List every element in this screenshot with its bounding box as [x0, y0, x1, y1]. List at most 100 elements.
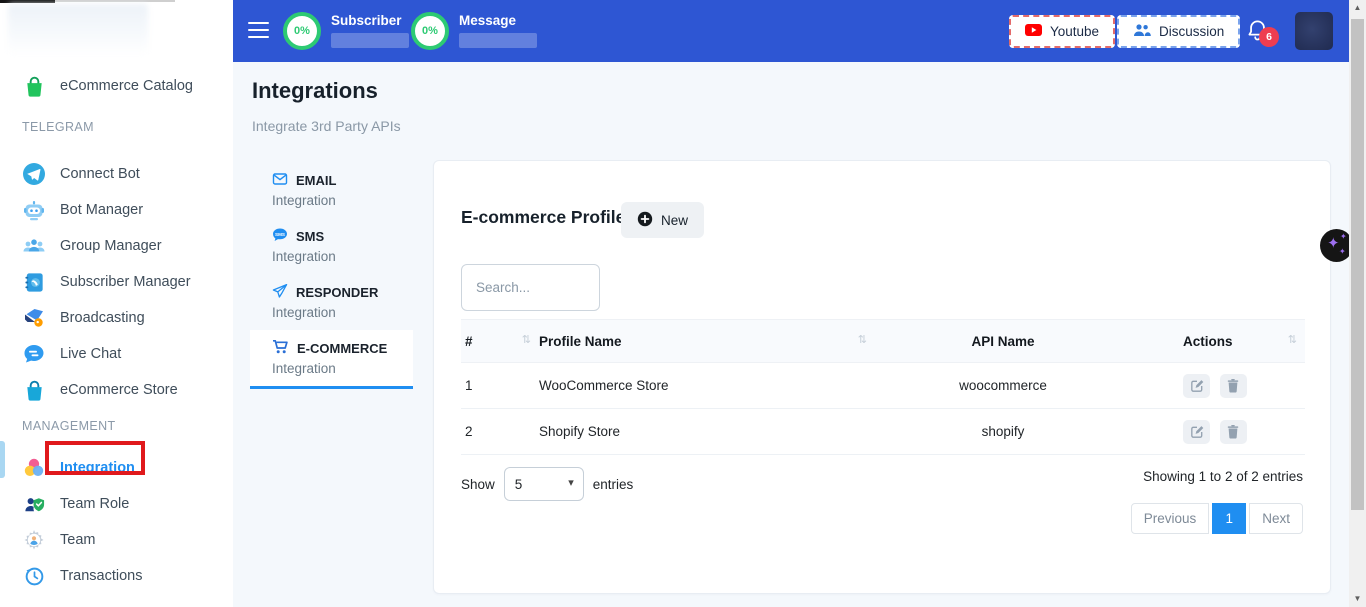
- column-header-num[interactable]: # ⇅: [461, 320, 539, 363]
- megaphone-icon: [21, 306, 47, 330]
- subnav-item-subtitle: Integration: [272, 305, 413, 320]
- sidebar-item-label: eCommerce Catalog: [60, 78, 193, 94]
- subnav-item-ecommerce[interactable]: E-COMMERCE Integration: [250, 330, 413, 389]
- card-title: E-commerce Profile: [461, 207, 625, 228]
- row-profile-name: WooCommerce Store: [539, 363, 875, 409]
- message-stat: Message: [459, 13, 537, 48]
- robot-icon: [21, 198, 47, 222]
- scrollbar-down-arrow[interactable]: ▼: [1349, 591, 1366, 607]
- sidebar-item-label: Team: [60, 532, 95, 548]
- sidebar-item-subscriber-manager[interactable]: Subscriber Manager: [0, 264, 233, 300]
- subnav-item-subtitle: Integration: [272, 249, 413, 264]
- shopping-bag-cyan-icon: [21, 378, 47, 402]
- page-size-control: Show 5 ▾ entries: [461, 467, 633, 501]
- sidebar-item-transactions[interactable]: Transactions: [0, 558, 233, 594]
- subnav-item-title: E-COMMERCE: [297, 341, 387, 356]
- team-gear-icon: [21, 528, 47, 552]
- subscriber-label: Subscriber: [331, 13, 409, 28]
- scrollbar-up-arrow[interactable]: ▲: [1349, 0, 1366, 16]
- subscriber-progress-circle: 0%: [283, 12, 321, 50]
- delete-button[interactable]: [1220, 374, 1247, 398]
- subscriber-percent: 0%: [294, 25, 310, 37]
- message-label: Message: [459, 13, 537, 28]
- active-item-indicator: [0, 441, 5, 478]
- subnav-item-sms[interactable]: SMS SMS Integration: [250, 218, 413, 274]
- contact-book-icon: [21, 270, 47, 294]
- sidebar-item-live-chat[interactable]: Live Chat: [0, 336, 233, 372]
- logo-top-strip-light: [55, 0, 175, 2]
- message-progress-circle: 0%: [411, 12, 449, 50]
- sidebar-item-bot-manager[interactable]: Bot Manager: [0, 192, 233, 228]
- subnav-item-responder[interactable]: RESPONDER Integration: [250, 274, 413, 330]
- discussion-button-label: Discussion: [1159, 24, 1224, 39]
- scrollbar-thumb[interactable]: [1351, 19, 1364, 510]
- delete-button[interactable]: [1220, 420, 1247, 444]
- row-num: 2: [461, 409, 539, 455]
- sort-icon: ⇅: [1288, 333, 1297, 346]
- row-num: 1: [461, 363, 539, 409]
- shopping-cart-icon: [272, 339, 289, 358]
- sort-icon: ⇅: [858, 333, 867, 346]
- column-header-api-name[interactable]: API Name: [875, 320, 1131, 363]
- shopping-bag-green-icon: [21, 74, 47, 98]
- sort-icon: ⇅: [522, 333, 531, 346]
- plus-circle-icon: [637, 211, 653, 230]
- youtube-button[interactable]: Youtube: [1009, 15, 1115, 48]
- sidebar-item-group-manager[interactable]: Group Manager: [0, 228, 233, 264]
- new-button[interactable]: New: [621, 202, 704, 238]
- table-header-row: # ⇅ Profile Name ⇅ API Name Actions ⇅: [461, 320, 1305, 363]
- sms-bubble-icon: SMS: [272, 227, 288, 246]
- app-window: eCommerce Catalog TELEGRAM Connect Bot B…: [0, 0, 1366, 607]
- sidebar-item-label: Team Role: [60, 496, 129, 512]
- telegram-plane-icon: [21, 162, 47, 186]
- hamburger-menu-icon[interactable]: [248, 22, 269, 42]
- next-page-button[interactable]: Next: [1249, 503, 1303, 534]
- subscriber-redacted-value: [331, 33, 409, 48]
- history-clock-icon: [21, 564, 47, 588]
- sidebar-item-team-role[interactable]: Team Role: [0, 486, 233, 522]
- logo-top-strip: [0, 0, 55, 3]
- row-api-name: woocommerce: [875, 363, 1131, 409]
- row-actions: [1131, 409, 1305, 455]
- main-content: Integrations Integrate 3rd Party APIs EM…: [233, 62, 1349, 607]
- pagination: Previous 1 Next: [1131, 503, 1303, 534]
- message-percent: 0%: [422, 25, 438, 37]
- row-profile-name: Shopify Store: [539, 409, 875, 455]
- column-header-profile-name[interactable]: Profile Name ⇅: [539, 320, 875, 363]
- role-shield-icon: [21, 492, 47, 516]
- notification-badge[interactable]: 6: [1259, 27, 1279, 47]
- sidebar-section-management: MANAGEMENT: [0, 414, 233, 438]
- edit-button[interactable]: [1183, 374, 1210, 398]
- page-size-select[interactable]: 5: [504, 467, 584, 501]
- page-title: Integrations: [252, 78, 378, 104]
- profiles-table: # ⇅ Profile Name ⇅ API Name Actions ⇅: [461, 319, 1305, 455]
- sidebar-item-label: Integration: [60, 460, 135, 476]
- ecommerce-profile-card: E-commerce Profile New # ⇅ Profil: [433, 160, 1331, 594]
- show-label: Show: [461, 477, 495, 492]
- sidebar-item-connect-bot[interactable]: Connect Bot: [0, 156, 233, 192]
- sidebar-item-ecommerce-catalog[interactable]: eCommerce Catalog: [0, 66, 233, 106]
- previous-page-button[interactable]: Previous: [1131, 503, 1210, 534]
- edit-button[interactable]: [1183, 420, 1210, 444]
- chat-bubble-icon: [21, 342, 47, 366]
- discussion-button[interactable]: Discussion: [1117, 15, 1240, 48]
- sidebar-item-ecommerce-store[interactable]: eCommerce Store: [0, 372, 233, 408]
- avatar[interactable]: [1295, 12, 1333, 50]
- sidebar-item-label: Live Chat: [60, 346, 121, 362]
- color-circles-icon: [21, 456, 47, 480]
- subnav-item-email[interactable]: EMAIL Integration: [250, 162, 413, 218]
- sidebar-item-label: Broadcasting: [60, 310, 145, 326]
- svg-text:SMS: SMS: [275, 232, 285, 237]
- search-input[interactable]: [461, 264, 600, 311]
- sidebar-item-label: Group Manager: [60, 238, 162, 254]
- subnav-item-title: EMAIL: [296, 173, 336, 188]
- sidebar-item-broadcasting[interactable]: Broadcasting: [0, 300, 233, 336]
- sidebar-item-team[interactable]: Team: [0, 522, 233, 558]
- sidebar-item-integration[interactable]: Integration: [0, 450, 233, 486]
- column-header-actions[interactable]: Actions ⇅: [1131, 320, 1305, 363]
- sidebar-item-label: Subscriber Manager: [60, 274, 191, 290]
- showing-entries-text: Showing 1 to 2 of 2 entries: [1143, 469, 1303, 484]
- envelope-icon: [272, 171, 288, 190]
- table-row: 1 WooCommerce Store woocommerce: [461, 363, 1305, 409]
- current-page-button[interactable]: 1: [1212, 503, 1246, 534]
